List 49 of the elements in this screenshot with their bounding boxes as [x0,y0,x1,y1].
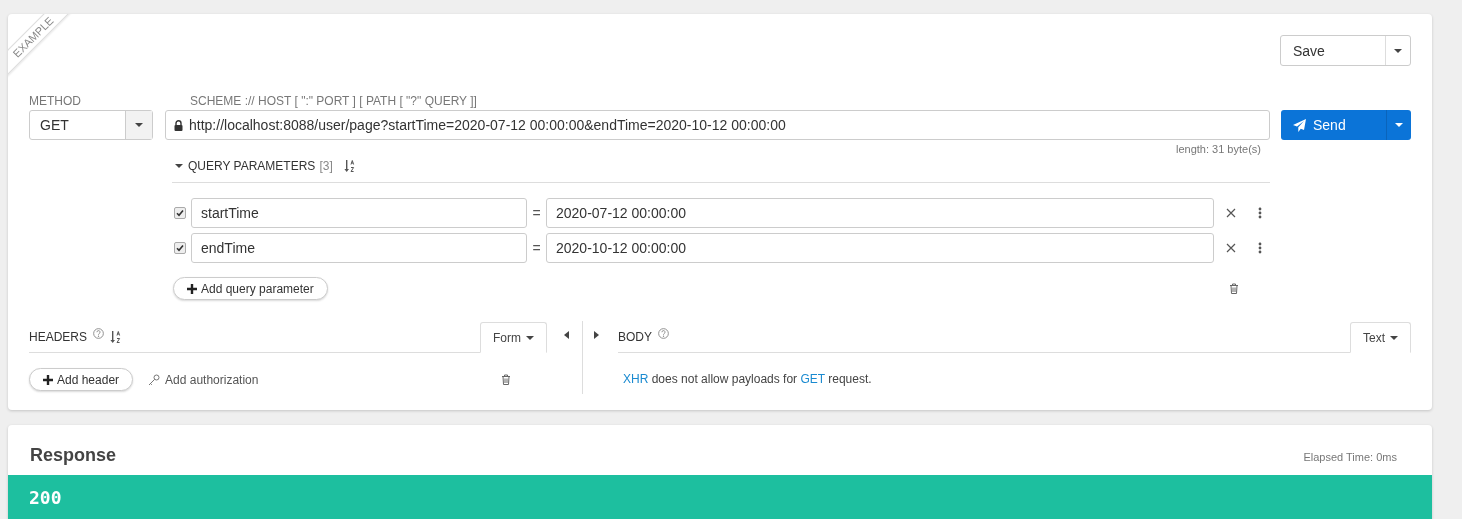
body-title: BODY [618,330,652,344]
url-label: SCHEME :// HOST [ ":" PORT ] [ PATH [ "?" QUERY ]] [190,94,477,108]
method-label: METHOD [29,94,82,108]
collapse-right-icon[interactable] [594,331,599,339]
query-parameters-title[interactable]: QUERY PARAMETERS [188,158,316,173]
equals-sign: = [531,205,542,221]
sort-icon[interactable] [110,330,122,344]
equals-sign: = [531,240,542,256]
caret-icon [1394,48,1402,53]
collapse-left-icon[interactable] [564,331,569,339]
body-message: XHR does not allow payloads for GET request. [623,372,873,386]
key-icon [148,373,161,386]
add-header-button[interactable]: Add header [29,368,134,391]
status-code: 200 [29,486,62,508]
text-mode-tab[interactable]: Text [1350,322,1411,353]
caret-icon [135,123,143,127]
trash-icon[interactable] [1229,283,1239,294]
lock-icon [174,120,183,131]
headers-title: HEADERS [29,330,87,344]
caret-icon [526,335,534,340]
trash-icon[interactable] [501,374,511,385]
parameter-value-field[interactable]: 2020-07-12 00:00:00 [546,198,1214,228]
elapsed-time: Elapsed Time: 0ms [1303,451,1397,463]
sort-icon[interactable] [343,158,356,173]
caret-icon [1390,335,1398,340]
parameter-checkbox[interactable] [174,242,186,254]
form-mode-tab[interactable]: Form [480,322,547,353]
method-select[interactable]: GET [29,110,153,140]
url-length-text: length: 31 byte(s) [1176,143,1261,155]
close-icon[interactable] [1226,208,1236,218]
caret-icon [1395,123,1403,127]
more-options-icon[interactable] [1258,207,1262,219]
response-title: Response [30,445,117,466]
close-icon[interactable] [1226,243,1236,253]
parameter-name-field[interactable]: endTime [191,233,527,263]
add-authorization-link[interactable]: Add authorization [148,372,259,387]
add-query-parameter-button[interactable]: Add query parameter [173,277,328,300]
expand-toggle-icon[interactable] [175,163,183,168]
plus-icon [43,374,53,385]
plus-icon [187,283,197,294]
parameter-value-field[interactable]: 2020-10-12 00:00:00 [546,233,1214,263]
parameter-name-field[interactable]: startTime [191,198,527,228]
parameter-checkbox[interactable] [174,207,186,219]
more-options-icon[interactable] [1258,242,1262,254]
link[interactable]: GET [800,372,825,386]
parameter-count: [3] [319,158,333,173]
paper-plane-icon [1293,118,1306,132]
url-field[interactable]: http://localhost:8088/user/page?startTime=2020-07-12 00:00:00&endTime=2020-10-12 00:00:00 [165,110,1270,140]
link[interactable]: XHR [623,372,649,386]
